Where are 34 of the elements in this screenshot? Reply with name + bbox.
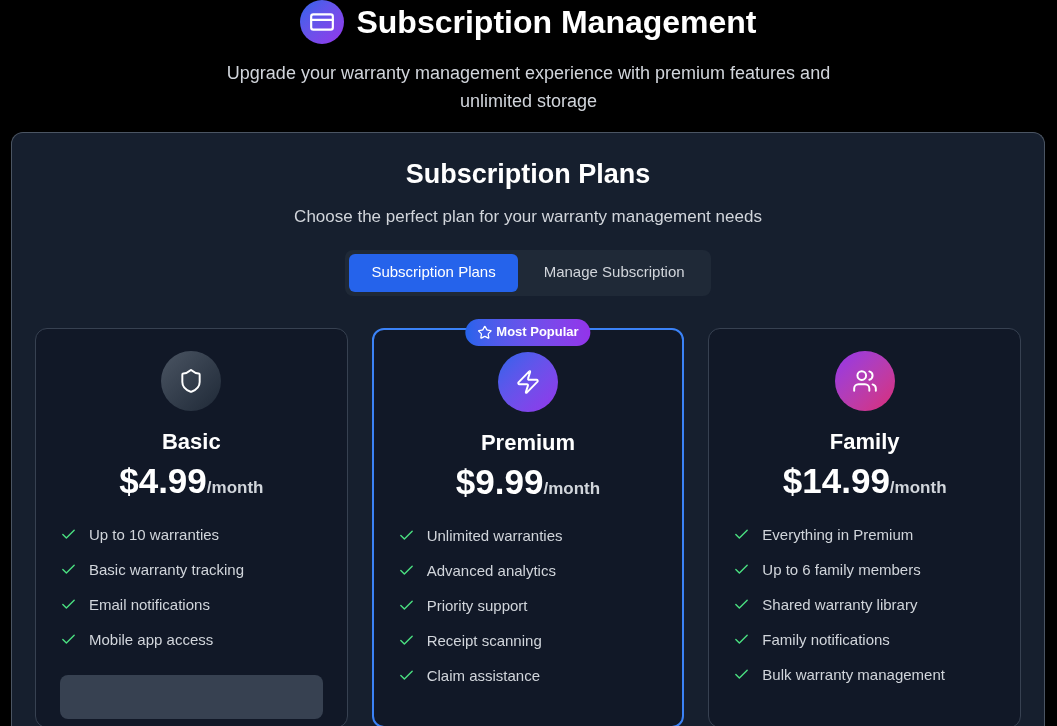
panel-description: Choose the perfect plan for your warranty management needs (294, 206, 762, 228)
feature-text: Claim assistance (426, 665, 541, 686)
panel-title: Subscription Plans (405, 158, 651, 191)
plan-name: Premium (480, 428, 576, 456)
page-title: Subscription Management (356, 6, 757, 38)
price-period: /month (543, 479, 601, 500)
plan-price: $14.99 (782, 463, 890, 498)
feature-text: Mobile app access (89, 629, 214, 650)
price-period: /month (889, 478, 947, 499)
star-icon (477, 324, 493, 340)
feature-text: Family notifications (762, 629, 890, 650)
tab[interactable]: Subscription Plans (349, 253, 518, 292)
feature-text: Shared warranty library (762, 594, 918, 615)
plan-button[interactable] (60, 674, 323, 719)
tab[interactable]: Manage Subscription (521, 253, 707, 292)
plan-price: $9.99 (455, 464, 544, 499)
feature-text: Unlimited warranties (426, 525, 563, 546)
plan-name: Family (829, 427, 900, 455)
feature-text: Up to 6 family members (762, 559, 921, 580)
feature-text: Priority support (426, 595, 528, 616)
feature-text: Up to 10 warranties (89, 524, 220, 545)
people-icon (851, 367, 878, 394)
feature-text: Receipt scanning (426, 630, 542, 651)
feature-text: Email notifications (89, 594, 210, 615)
feature-text: Everything in Premium (762, 524, 914, 545)
badge-label: Most Popular (496, 323, 579, 342)
feature-text: Bulk warranty management (762, 664, 945, 685)
plan-price: $4.99 (119, 463, 207, 498)
plan-name: Basic (161, 427, 221, 455)
page-subtitle: Upgrade your warranty management experience with premium features and unlimited storage (225, 62, 832, 113)
feature-text: Basic warranty tracking (89, 559, 245, 580)
price-period: /month (206, 478, 264, 499)
lightning-icon (515, 368, 541, 395)
feature-text: Advanced analytics (426, 560, 556, 581)
